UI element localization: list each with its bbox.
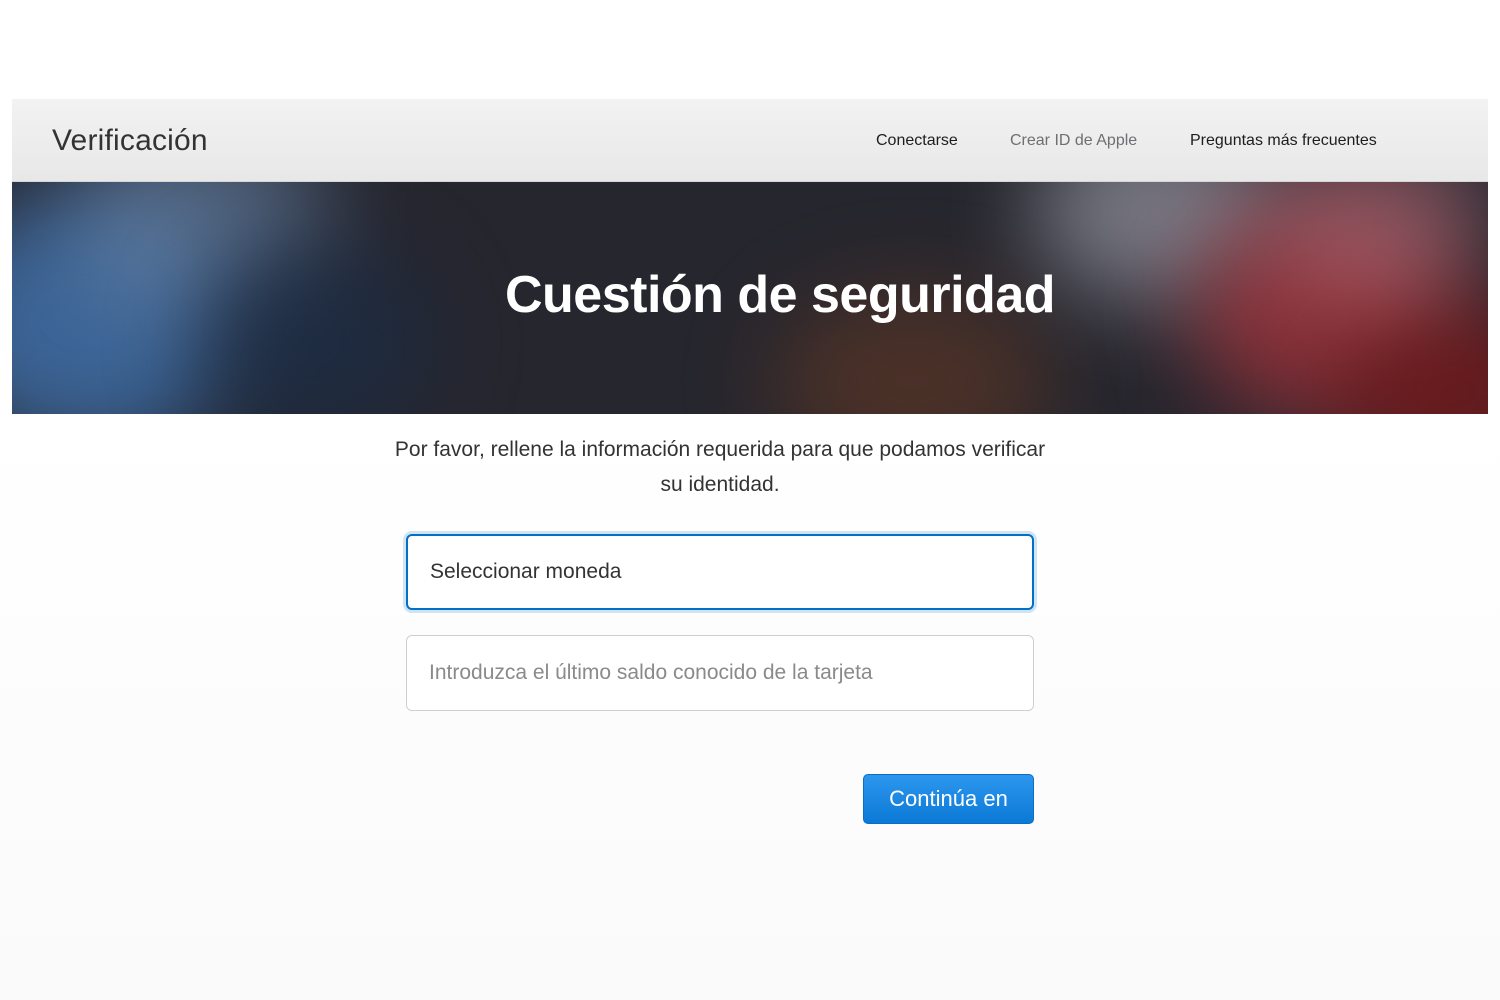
hero-title: Cuestión de seguridad — [504, 266, 1056, 324]
continue-button[interactable]: Continúa en — [863, 774, 1034, 824]
nav-link-create-apple-id[interactable]: Crear ID de Apple — [1010, 132, 1137, 150]
nav-link-faq[interactable]: Preguntas más frecuentes — [1190, 132, 1377, 150]
browser-viewport: Verificación Conectarse Crear ID de Appl… — [12, 99, 1488, 1000]
site-title: Verificación — [52, 124, 208, 157]
top-nav-bar: Verificación Conectarse Crear ID de Appl… — [12, 99, 1488, 182]
hero-banner: Cuestión de seguridad — [12, 182, 1488, 414]
form-instructions: Por favor, rellene la información requer… — [394, 438, 1046, 496]
nav-link-sign-in[interactable]: Conectarse — [876, 132, 958, 150]
card-balance-input[interactable] — [406, 635, 1034, 711]
currency-select[interactable]: Seleccionar moneda — [406, 534, 1034, 610]
page: Verificación Conectarse Crear ID de Appl… — [0, 0, 1500, 1000]
